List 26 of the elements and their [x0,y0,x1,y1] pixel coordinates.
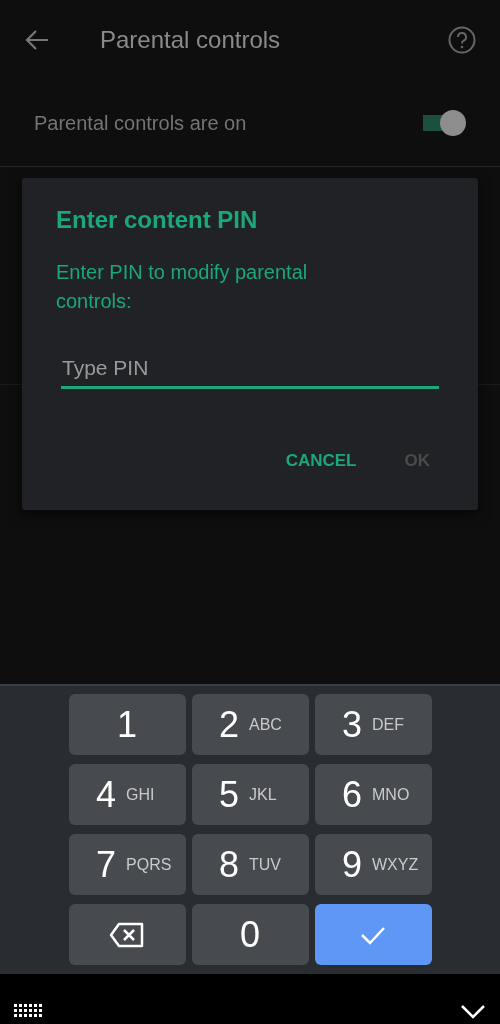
dialog-message: Enter PIN to modify parental controls: [56,260,309,314]
back-arrow-icon [24,29,50,51]
keyboard-switch-button[interactable] [14,1004,44,1020]
keypad-key[interactable]: 3 DEF [314,694,432,755]
screen-title: Parental controls [100,26,282,54]
backspace-key[interactable] [68,904,186,965]
pin-field[interactable]: Type PIN [61,350,439,389]
keypad-key[interactable]: 2 ABC [191,694,309,755]
keypad-key[interactable]: 4 GHI [68,764,186,825]
dialog-button[interactable]: CANCEL [285,447,357,475]
keypad-key[interactable]: 6 MNO [314,764,432,825]
hide-keyboard-button[interactable] [460,1004,486,1020]
keypad-key[interactable]: 1 [68,694,186,755]
keypad-key[interactable]: 0 [191,904,309,965]
help-icon [448,26,476,54]
help-button[interactable] [448,26,476,54]
back-button[interactable] [24,29,50,51]
setting-label: Parental controls are on [34,111,247,135]
keyboard-icon [14,1004,44,1020]
keypad-key[interactable]: 8 TUV [191,834,309,895]
chevron-down-icon [460,1004,486,1020]
keypad-key[interactable]: 9 WXYZ [314,834,432,895]
keypad-key[interactable]: 5 JKL [191,764,309,825]
backspace-icon [109,921,145,948]
dialog-title: Enter content PIN [56,206,259,234]
keypad-key[interactable]: 7 PQRS [68,834,186,895]
